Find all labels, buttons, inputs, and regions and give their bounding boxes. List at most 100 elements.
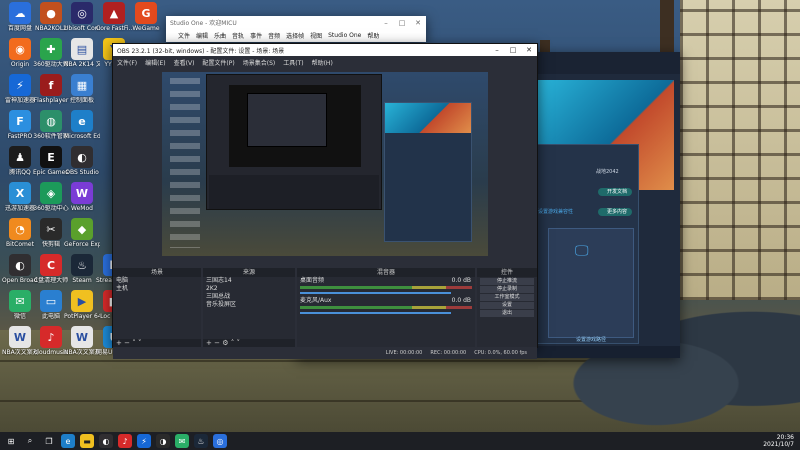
preview-launcher-capture <box>384 102 472 242</box>
controls-dock-title: 控件 <box>477 268 537 277</box>
obs-menu-scene-collection[interactable]: 场景集合(S) <box>243 58 276 67</box>
studio-one-window[interactable]: Studio One - 欢迎MICU – □ ✕ 文件 编辑 乐曲 音轨 事件… <box>166 16 426 42</box>
obs-menu-file[interactable]: 文件(F) <box>117 58 137 67</box>
obs-menu-help[interactable]: 帮助(H) <box>312 58 333 67</box>
move-down-icon[interactable]: ˅ <box>138 339 142 347</box>
app-icon: ▤ <box>71 38 93 60</box>
move-down-icon[interactable]: ˅ <box>236 339 240 347</box>
remove-icon[interactable]: − <box>214 339 220 347</box>
source-item[interactable]: 2K2 <box>203 285 295 293</box>
windows-start-icon[interactable]: ⊞ <box>4 434 18 448</box>
studio-one-icon[interactable]: ◑ <box>156 434 170 448</box>
task-view-icon[interactable]: ❐ <box>42 434 56 448</box>
desktop-icon-label: NBA次文案规则V5.21 <box>64 349 100 356</box>
app-icon: ♪ <box>40 326 62 348</box>
menu-select[interactable]: 选择帧 <box>286 31 304 40</box>
menu-track[interactable]: 音轨 <box>232 31 244 40</box>
search-icon[interactable]: ⌕ <box>23 434 37 448</box>
obs-menu-view[interactable]: 查看(V) <box>174 58 195 67</box>
obs-menu-profile[interactable]: 配置文件(P) <box>202 58 234 67</box>
desktop-icon[interactable]: eMicrosoft Edge <box>64 110 100 140</box>
desktop-icon[interactable]: ▦ 控制面板 <box>64 74 100 104</box>
maximize-icon[interactable]: □ <box>505 46 521 54</box>
desktop-icon[interactable]: ▲ Core FastFi... <box>96 2 132 32</box>
app-icon: ◆ <box>71 218 93 240</box>
exit-button[interactable]: 退出 <box>480 310 534 317</box>
wechat-icon[interactable]: ✉ <box>175 434 189 448</box>
add-icon[interactable]: + <box>116 339 122 347</box>
netease-music-icon[interactable]: ♪ <box>118 434 132 448</box>
volume-slider[interactable] <box>300 292 451 294</box>
folder-icon[interactable]: ▬ <box>80 434 94 448</box>
source-item[interactable]: 三国总战 <box>203 293 295 301</box>
launcher-dev-docs-button[interactable]: 开发文档 <box>598 188 633 196</box>
volume-slider[interactable] <box>300 312 451 314</box>
maximize-icon[interactable]: □ <box>394 19 410 27</box>
launcher-compat-link[interactable]: 设置游戏兼容性 <box>538 208 573 215</box>
obs-menubar: 文件(F) 编辑(E) 查看(V) 配置文件(P) 场景集合(S) 工具(T) … <box>113 56 537 68</box>
menu-studio-one[interactable]: Studio One <box>328 32 361 39</box>
scene-item[interactable]: 主机 <box>113 285 201 293</box>
launcher-card[interactable]: 🖵 <box>548 228 634 338</box>
obs-window[interactable]: OBS 23.2.1 (32-bit, windows) - 配置文件: 设置 … <box>112 43 538 359</box>
app-icon: ☁ <box>9 2 31 24</box>
edge-icon[interactable]: e <box>61 434 75 448</box>
obs-docks: 场景 电脑 主机 + − ˄ ˅ 来源 三国志14 2K2 三国总战 音乐投屏区… <box>113 268 537 348</box>
desktop-icon[interactable]: G WeGame <box>128 2 164 32</box>
desktop-icon-label: Microsoft Edge <box>64 133 100 140</box>
move-up-icon[interactable]: ˄ <box>132 339 136 347</box>
obs-icon[interactable]: ◐ <box>99 434 113 448</box>
desktop-icon[interactable]: ▶PotPlayer 64 bit <box>64 290 100 320</box>
menu-view[interactable]: 视图 <box>310 31 322 40</box>
obs-menu-edit[interactable]: 编辑(E) <box>145 58 165 67</box>
steam-icon[interactable]: ♨ <box>194 434 208 448</box>
stop-streaming-button[interactable]: 停止推流 <box>480 278 534 285</box>
desktop-icon[interactable]: ◎Ubisoft Connect <box>64 2 100 32</box>
add-icon[interactable]: + <box>206 339 212 347</box>
close-icon[interactable]: ✕ <box>410 19 426 27</box>
move-up-icon[interactable]: ˄ <box>231 339 235 347</box>
obs-titlebar[interactable]: OBS 23.2.1 (32-bit, windows) - 配置文件: 设置 … <box>113 44 537 56</box>
app-icon: ◐ <box>9 254 31 276</box>
mixer-track-name: 桌面音频 <box>300 277 325 284</box>
app-icon: ✂ <box>40 218 62 240</box>
menu-song[interactable]: 乐曲 <box>214 31 226 40</box>
desktop-icon[interactable]: ♨ Steam <box>64 254 100 284</box>
launcher-more-button[interactable]: 更多内容 <box>598 208 633 216</box>
desktop-icon[interactable]: WNBA次文案规则V5.21 <box>64 326 100 356</box>
stop-recording-button[interactable]: 停止录制 <box>480 286 534 293</box>
obs-menu-tools[interactable]: 工具(T) <box>283 58 303 67</box>
app-icon: W <box>71 326 93 348</box>
preview-nested-preview <box>229 85 361 167</box>
menu-file[interactable]: 文件 <box>178 31 190 40</box>
mixer-track-name: 麦克风/Aux <box>300 297 332 304</box>
leishen-icon[interactable]: ⚡ <box>137 434 151 448</box>
close-icon[interactable]: ✕ <box>521 46 537 54</box>
source-item[interactable]: 三国志14 <box>203 277 295 285</box>
app-icon: ◍ <box>40 110 62 132</box>
desktop-icon[interactable]: ◐ OBS Studio <box>64 146 100 176</box>
desktop-icon[interactable]: ▤NBA 2K14 文档 <box>64 38 100 68</box>
obs-preview[interactable] <box>162 72 488 256</box>
desktop-icon-label: NBA 2K14 文档 <box>64 61 100 68</box>
source-item[interactable]: 音乐投屏区 <box>203 301 295 309</box>
studio-mode-button[interactable]: 工作室模式 <box>480 294 534 301</box>
app-icon: E <box>40 146 62 168</box>
app-icon: e <box>71 110 93 132</box>
desktop-icon[interactable]: W WeMod <box>64 182 100 212</box>
desktop-icon[interactable]: ◆GeForce Experience <box>64 218 100 248</box>
launcher-path-link[interactable]: 设置游戏路径 <box>576 336 606 343</box>
scene-item[interactable]: 电脑 <box>113 277 201 285</box>
menu-edit[interactable]: 编辑 <box>196 31 208 40</box>
remove-icon[interactable]: − <box>124 339 130 347</box>
menu-help[interactable]: 帮助 <box>367 31 379 40</box>
menu-audio[interactable]: 音频 <box>268 31 280 40</box>
minimize-icon[interactable]: – <box>378 19 394 27</box>
settings-button[interactable]: 设置 <box>480 302 534 309</box>
gear-icon[interactable]: ⚙ <box>222 339 228 347</box>
menu-event[interactable]: 事件 <box>250 31 262 40</box>
taskbar-clock[interactable]: 20:36 2021/10/7 <box>763 434 794 448</box>
launcher-icon[interactable]: ◎ <box>213 434 227 448</box>
minimize-icon[interactable]: – <box>489 46 505 54</box>
studio-one-titlebar[interactable]: Studio One - 欢迎MICU – □ ✕ <box>166 16 426 29</box>
